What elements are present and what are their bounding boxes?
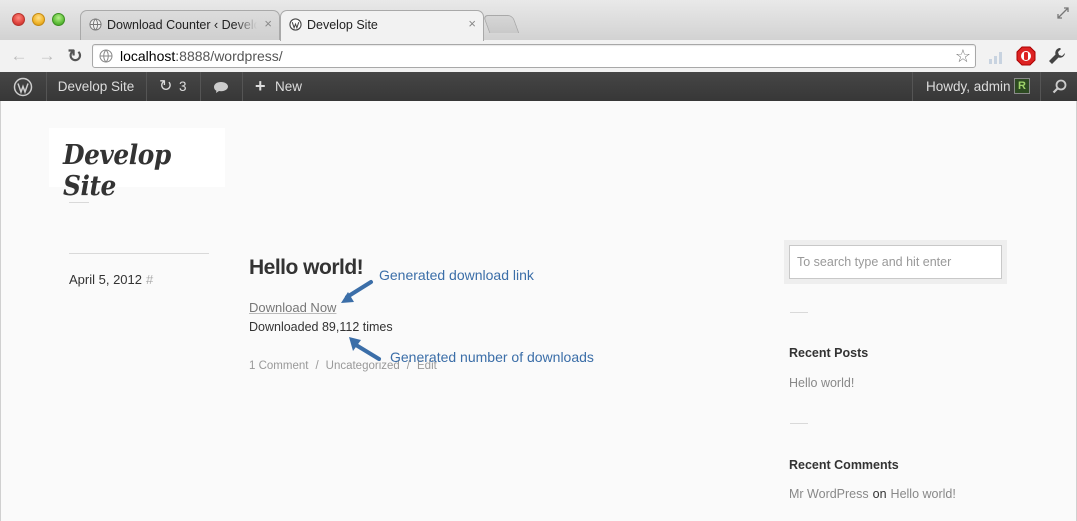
minimize-window-button[interactable] (32, 13, 45, 26)
wordpress-logo-icon (13, 77, 33, 97)
admin-bar-search[interactable] (1040, 72, 1077, 101)
comments-link[interactable]: 1 Comment (249, 360, 308, 372)
annotation-download-link: Generated download link (379, 267, 534, 283)
page-content: Develop Site April 5, 2012 # Hello world!… (0, 101, 1077, 521)
wordpress-icon (289, 18, 302, 31)
post-title[interactable]: Hello world! (249, 256, 364, 280)
tab-download-counter[interactable]: Download Counter ‹ Develop Site × (80, 10, 280, 40)
divider (790, 423, 808, 424)
updates-icon: ↻ (159, 78, 173, 95)
comment-author-link[interactable]: Mr WordPress (789, 487, 869, 501)
download-count: Downloaded 89,112 times (249, 320, 393, 334)
back-arrow-icon[interactable]: ← (9, 46, 29, 66)
comment-post-link[interactable]: Hello world! (891, 487, 956, 501)
globe-icon (89, 18, 102, 31)
recent-posts-title: Recent Posts (789, 346, 869, 360)
url-text: localhost:8888/wordpress/ (120, 48, 283, 64)
recent-comments-title: Recent Comments (789, 458, 899, 472)
reload-icon[interactable]: ↻ (65, 46, 85, 66)
url-host: localhost (120, 48, 176, 64)
updates-count: 3 (179, 79, 187, 94)
tab-close-icon[interactable]: × (468, 17, 476, 31)
wrench-icon[interactable] (1047, 46, 1067, 66)
url-path: :8888/wordpress/ (175, 48, 283, 64)
fullscreen-icon[interactable] (1055, 5, 1071, 21)
new-tab-button[interactable] (482, 15, 520, 33)
star-icon[interactable]: ☆ (955, 46, 971, 66)
search-input[interactable] (789, 245, 1002, 279)
tab-develop-site[interactable]: Develop Site × (280, 10, 484, 41)
admin-bar-site-name[interactable]: Develop Site (46, 72, 146, 101)
divider (69, 253, 209, 254)
divider (69, 202, 89, 203)
close-window-button[interactable] (12, 13, 25, 26)
annotation-arrow-icon (341, 280, 373, 303)
wordpress-menu[interactable] (0, 72, 46, 101)
forward-arrow-icon[interactable]: → (37, 46, 57, 66)
avatar: R (1014, 78, 1030, 94)
tab-label: Develop Site (307, 18, 378, 32)
comment-bubble-icon (214, 82, 228, 93)
sidebar-search (784, 240, 1007, 284)
recent-post-link[interactable]: Hello world! (789, 376, 854, 390)
annotation-download-count: Generated number of downloads (390, 349, 594, 365)
permalink-link[interactable]: # (146, 272, 153, 287)
wp-admin-bar: Develop Site ↻ 3 + New Howdy, admin R (0, 72, 1077, 101)
new-label: New (275, 79, 303, 94)
admin-bar-comments[interactable] (200, 72, 242, 101)
address-bar[interactable]: localhost:8888/wordpress/ ☆ (92, 44, 976, 68)
site-title[interactable]: Develop Site (63, 140, 212, 202)
tab-label: Download Counter ‹ Develop Site (107, 18, 257, 32)
admin-bar-account[interactable]: Howdy, admin R (914, 72, 1040, 101)
meta-separator: / (315, 360, 319, 372)
tab-close-icon[interactable]: × (264, 17, 272, 31)
admin-bar-new[interactable]: + New (242, 72, 312, 101)
admin-bar-divider (912, 72, 913, 101)
divider (790, 312, 808, 313)
admin-bar-updates[interactable]: ↻ 3 (146, 72, 200, 101)
download-now-link[interactable]: Download Now (249, 300, 336, 315)
recent-comment-item: Mr WordPress on Hello world! (789, 487, 956, 501)
howdy-text: Howdy, admin (926, 79, 1011, 94)
search-icon (1052, 79, 1067, 94)
plus-icon: + (255, 76, 266, 96)
post-date-text: April 5, 2012 (69, 272, 142, 287)
annotation-arrow-icon (349, 337, 381, 361)
browser-toolbar: ← → ↻ localhost:8888/wordpress/ ☆ (0, 40, 1077, 73)
post-date: April 5, 2012 # (69, 272, 153, 287)
zoom-window-button[interactable] (52, 13, 65, 26)
site-logo[interactable]: Develop Site (49, 128, 225, 202)
signal-icon[interactable] (986, 46, 1006, 66)
comment-on-text: on (872, 487, 887, 501)
browser-titlebar: Download Counter ‹ Develop Site × Develo… (0, 0, 1077, 41)
stop-hand-icon[interactable] (1016, 46, 1036, 66)
globe-icon (99, 49, 113, 63)
